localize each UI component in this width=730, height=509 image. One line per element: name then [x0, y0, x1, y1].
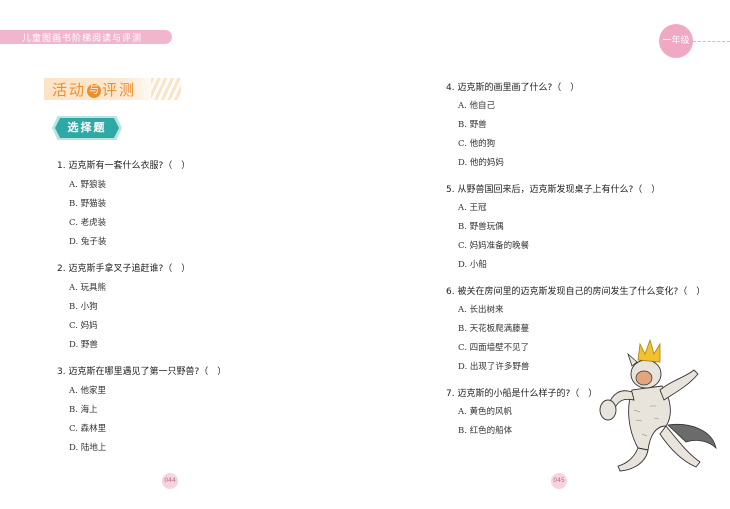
- option[interactable]: C. 妈妈: [69, 319, 98, 331]
- option[interactable]: B. 海上: [69, 403, 98, 415]
- option[interactable]: B. 野猫装: [69, 197, 106, 209]
- option[interactable]: C. 四面墙壁不见了: [458, 341, 529, 353]
- question: 5. 从野兽国回来后，迈克斯发现桌子上有什么?（ ）: [446, 185, 661, 195]
- option[interactable]: B. 小狗: [69, 300, 98, 312]
- choice-label: 选择题: [55, 118, 119, 138]
- option[interactable]: D. 兔子装: [69, 235, 106, 247]
- max-wolf-suit-illustration: [599, 338, 717, 472]
- option[interactable]: D. 出现了许多野兽: [458, 360, 529, 372]
- page-number-right: 045: [551, 473, 567, 489]
- left-page: [0, 0, 365, 509]
- option[interactable]: A. 王冠: [458, 201, 487, 213]
- option[interactable]: A. 玩具熊: [69, 281, 106, 293]
- option[interactable]: A. 黄色的风帆: [458, 405, 512, 417]
- option[interactable]: B. 天花板爬满藤蔓: [458, 322, 529, 334]
- option[interactable]: C. 老虎装: [69, 216, 106, 228]
- page-number-left: 044: [162, 473, 178, 489]
- book-spread: 儿童图画书阶梯阅读与评测 一年级 活动与评测 选择题 1. 迈克斯有一套什么衣服…: [0, 0, 730, 509]
- question: 6. 被关在房间里的迈克斯发现自己的房间发生了什么变化?（ ）: [446, 287, 706, 297]
- activity-title-part: 评测: [102, 81, 137, 99]
- option[interactable]: D. 小船: [458, 258, 487, 270]
- option[interactable]: A. 他自己: [458, 99, 495, 111]
- question: 4. 迈克斯的画里画了什么?（ ）: [446, 83, 580, 93]
- option[interactable]: B. 野兽: [458, 118, 487, 130]
- question: 1. 迈克斯有一套什么衣服?（ ）: [57, 161, 191, 171]
- question: 7. 迈克斯的小船是什么样子的?（ ）: [446, 389, 598, 399]
- option[interactable]: C. 森林里: [69, 422, 106, 434]
- option[interactable]: B. 野兽玩偶: [458, 220, 504, 232]
- activity-title-connector: 与: [87, 84, 102, 98]
- question: 3. 迈克斯在哪里遇见了第一只野兽?（ ）: [57, 367, 227, 377]
- activity-title: 活动与评测: [52, 79, 136, 100]
- option[interactable]: A. 长出树来: [458, 303, 504, 315]
- option[interactable]: A. 他家里: [69, 384, 106, 396]
- option[interactable]: D. 陆地上: [69, 441, 106, 453]
- activity-title-part: 活动: [52, 81, 87, 99]
- option[interactable]: A. 野狼装: [69, 178, 106, 190]
- option[interactable]: C. 他的狗: [458, 137, 495, 149]
- option[interactable]: B. 红色的船体: [458, 424, 512, 436]
- option[interactable]: D. 他的妈妈: [458, 156, 504, 168]
- option[interactable]: D. 野兽: [69, 338, 98, 350]
- question: 2. 迈克斯手拿叉子追赶谁?（ ）: [57, 264, 191, 274]
- option[interactable]: C. 妈妈准备的晚餐: [458, 239, 529, 251]
